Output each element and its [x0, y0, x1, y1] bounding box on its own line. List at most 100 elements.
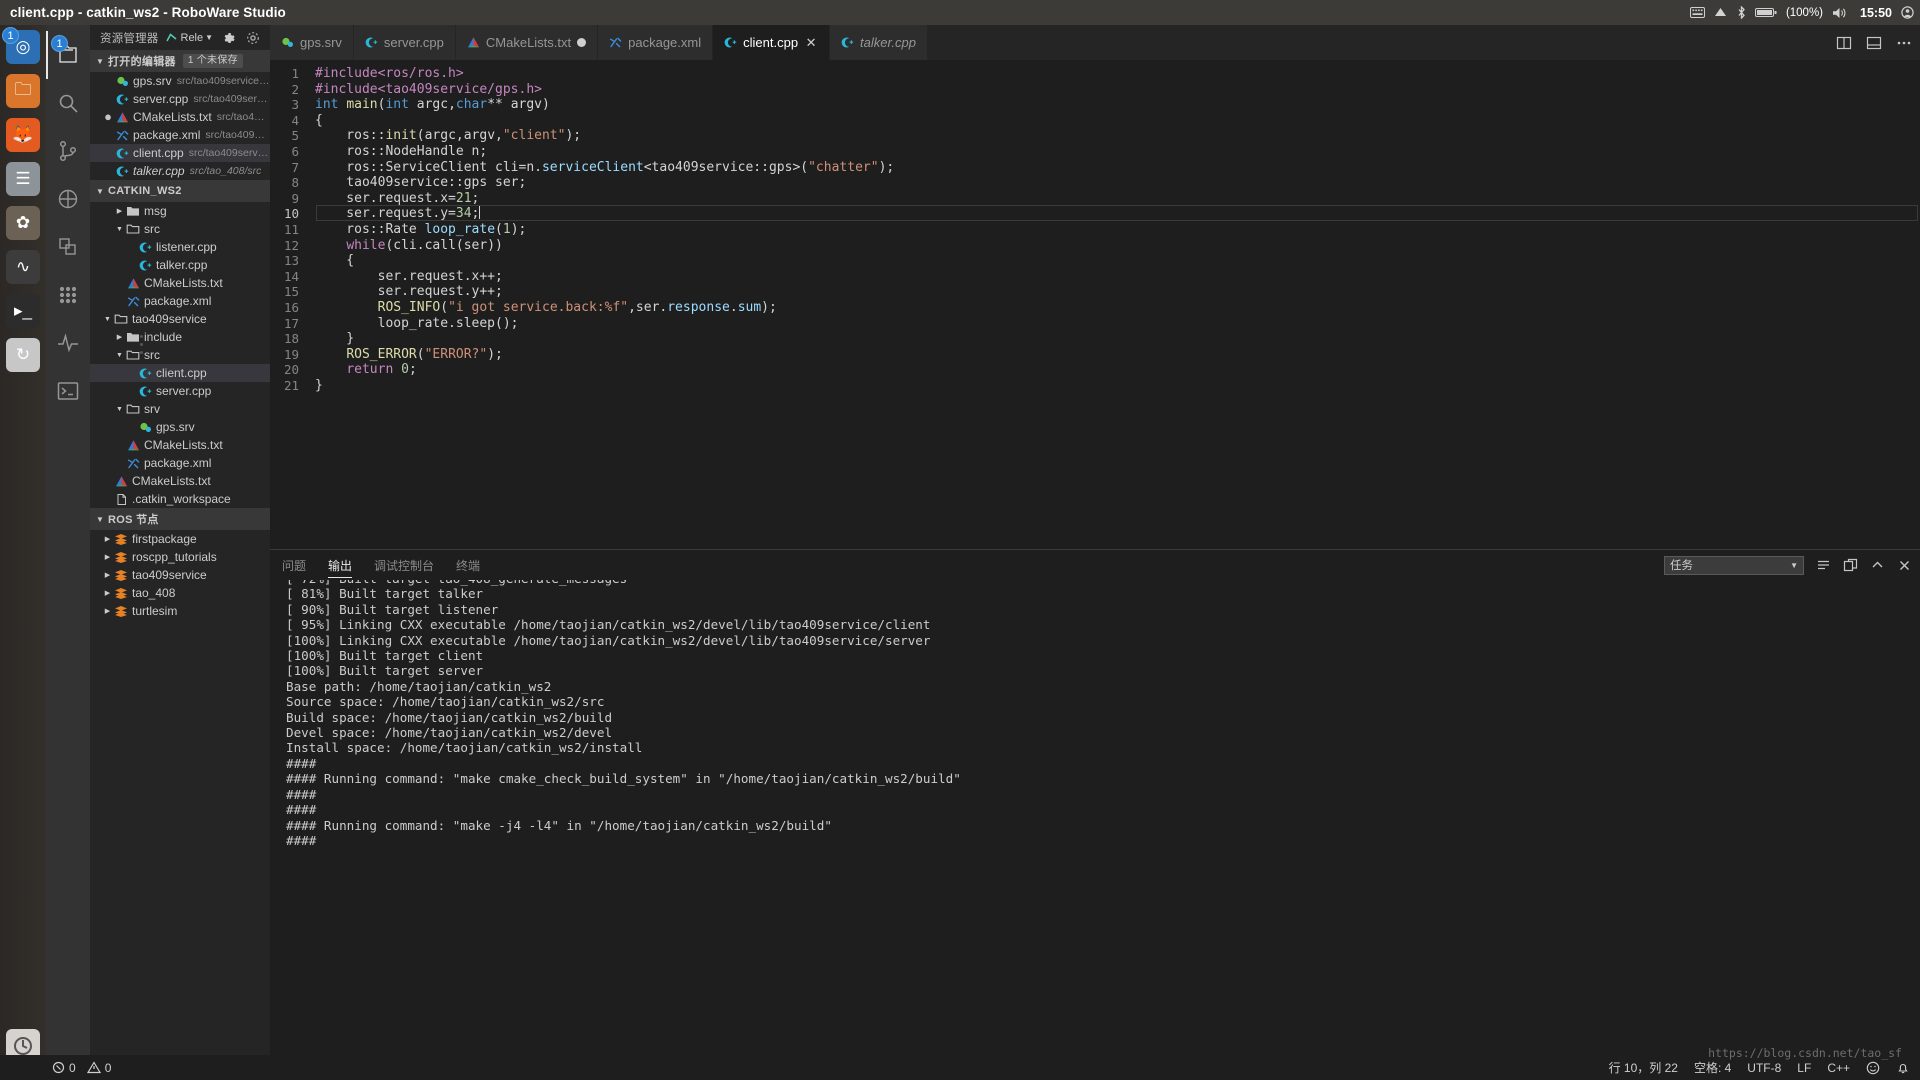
- activity-monitor[interactable]: [46, 319, 90, 367]
- dock-item-system-monitor[interactable]: ∿: [0, 245, 46, 289]
- problems-status[interactable]: 0 0: [52, 1061, 111, 1075]
- dock-item-files[interactable]: 🗀: [0, 69, 46, 113]
- clear-output-icon[interactable]: [1816, 558, 1831, 573]
- open-editor-item[interactable]: gps.srv src/tao409service/srv: [90, 72, 270, 90]
- dock-item-firefox[interactable]: 🦊: [0, 113, 46, 157]
- tree-item-cmakelists-txt[interactable]: CMakeLists.txt: [90, 472, 270, 490]
- activity-debug[interactable]: [46, 175, 90, 223]
- tree-item-tao409service[interactable]: ▼ tao409service: [90, 310, 270, 328]
- editor-tab-server-cpp[interactable]: server.cpp: [353, 25, 456, 60]
- indentation-setting[interactable]: 空格: 4: [1694, 1059, 1731, 1076]
- tree-item-gps-srv[interactable]: gps.srv: [90, 418, 270, 436]
- dock-item-gimp[interactable]: ✿: [0, 201, 46, 245]
- panel-tab-调试控制台[interactable]: 调试控制台: [374, 550, 434, 580]
- twisty-right-icon[interactable]: ▶: [102, 607, 113, 615]
- ros-node-item-tao409service[interactable]: ▶ tao409service: [90, 566, 270, 584]
- chevron-down-icon[interactable]: ▼: [205, 33, 213, 42]
- code-text[interactable]: return 0;: [315, 362, 416, 378]
- code-text[interactable]: tao409service::gps ser;: [315, 175, 526, 191]
- maximize-panel-icon[interactable]: [1870, 558, 1885, 573]
- code-text[interactable]: while(cli.call(ser)): [315, 238, 503, 254]
- twisty-right-icon[interactable]: ▶: [102, 535, 113, 543]
- code-text[interactable]: ROS_ERROR("ERROR?");: [315, 347, 503, 363]
- code-text[interactable]: {: [315, 253, 354, 269]
- twisty-right-icon[interactable]: ▶: [114, 207, 125, 215]
- code-text[interactable]: }: [315, 331, 354, 347]
- workspace-header[interactable]: ▼ CATKIN_WS2: [90, 180, 270, 202]
- twisty-down-icon[interactable]: ▼: [114, 226, 125, 233]
- ros-node-item-tao_408[interactable]: ▶ tao_408: [90, 584, 270, 602]
- twisty-right-icon[interactable]: ▶: [102, 571, 113, 579]
- tree-item-client-cpp[interactable]: client.cpp: [90, 364, 270, 382]
- volume-icon[interactable]: [1832, 7, 1847, 19]
- editor-tab-gps-srv[interactable]: gps.srv: [270, 25, 354, 60]
- code-text[interactable]: loop_rate.sleep();: [315, 316, 519, 332]
- open-editor-item[interactable]: talker.cpp src/tao_408/src: [90, 162, 270, 180]
- tree-item-listener-cpp[interactable]: listener.cpp: [90, 238, 270, 256]
- twisty-down-icon[interactable]: ▼: [102, 316, 113, 323]
- ros-nodes-header[interactable]: ▼ ROS 节点: [90, 508, 270, 530]
- more-actions-icon[interactable]: [1896, 35, 1912, 51]
- code-text[interactable]: ros::NodeHandle n;: [315, 144, 487, 160]
- open-in-editor-icon[interactable]: [1843, 558, 1858, 573]
- activity-source-control[interactable]: [46, 127, 90, 175]
- code-text[interactable]: ser.request.x=21;: [315, 191, 479, 207]
- tree-item-msg[interactable]: ▶ msg: [90, 202, 270, 220]
- code-text[interactable]: ser.request.y++;: [315, 284, 503, 300]
- bell-icon[interactable]: [1896, 1061, 1910, 1075]
- tree-item-cmakelists-txt[interactable]: CMakeLists.txt: [90, 436, 270, 454]
- code-text[interactable]: #include<tao409service/gps.h>: [315, 82, 542, 98]
- twisty-right-icon[interactable]: ▶: [114, 333, 125, 341]
- activity-ros-tools[interactable]: [46, 223, 90, 271]
- code-text[interactable]: ROS_INFO("i got service.back:%f",ser.res…: [315, 300, 777, 316]
- open-editors-header[interactable]: ▼ 打开的编辑器 1 个未保存: [90, 50, 270, 72]
- activity-search[interactable]: [46, 79, 90, 127]
- settings-gear-icon[interactable]: [246, 31, 260, 45]
- ros-node-item-turtlesim[interactable]: ▶ turtlesim: [90, 602, 270, 620]
- tree-item-server-cpp[interactable]: server.cpp: [90, 382, 270, 400]
- open-editor-item[interactable]: client.cpp src/tao409service…: [90, 144, 270, 162]
- code-text[interactable]: int main(int argc,char** argv): [315, 97, 550, 113]
- tree-item-package-xml[interactable]: package.xml: [90, 292, 270, 310]
- twisty-down-icon[interactable]: ▼: [114, 352, 125, 359]
- ros-node-item-roscpp_tutorials[interactable]: ▶ roscpp_tutorials: [90, 548, 270, 566]
- dock-item-text-editor[interactable]: ☰: [0, 157, 46, 201]
- activity-terminal[interactable]: [46, 367, 90, 415]
- encoding-setting[interactable]: UTF-8: [1747, 1061, 1781, 1075]
- editor-tab-client-cpp[interactable]: client.cpp ✕: [713, 25, 831, 60]
- twisty-right-icon[interactable]: ▶: [102, 589, 113, 597]
- open-editor-item[interactable]: ● CMakeLists.txt src/tao409s…: [90, 108, 270, 126]
- tree-item--catkin-workspace[interactable]: .catkin_workspace: [90, 490, 270, 508]
- code-text[interactable]: ros::init(argc,argv,"client");: [315, 128, 581, 144]
- close-panel-icon[interactable]: [1897, 558, 1912, 573]
- cursor-position[interactable]: 行 10，列 22: [1609, 1059, 1678, 1076]
- code-text[interactable]: ser.request.x++;: [315, 269, 503, 285]
- twisty-right-icon[interactable]: ▶: [102, 553, 113, 561]
- code-text[interactable]: ros::ServiceClient cli=n.serviceClient<t…: [315, 160, 894, 176]
- eol-setting[interactable]: LF: [1797, 1061, 1811, 1075]
- bluetooth-icon[interactable]: [1737, 6, 1746, 19]
- editor-tab-CMakeLists-txt[interactable]: CMakeLists.txt: [455, 25, 599, 60]
- editor-tab-package-xml[interactable]: package.xml: [598, 25, 714, 60]
- dock-item-roboware-studio[interactable]: ◎ 1: [0, 25, 46, 69]
- tree-item-srv[interactable]: ▼ srv: [90, 400, 270, 418]
- twisty-down-icon[interactable]: ▼: [114, 406, 125, 413]
- ros-node-item-firstpackage[interactable]: ▶ firstpackage: [90, 530, 270, 548]
- code-editor[interactable]: 1 #include<ros/ros.h> 2 #include<tao409serv…: [270, 60, 1920, 549]
- open-editor-item[interactable]: server.cpp src/tao409servic…: [90, 90, 270, 108]
- git-branch-icon[interactable]: [165, 31, 178, 44]
- output-channel-select[interactable]: 任务 ▼: [1664, 555, 1804, 575]
- editor-scrollbar[interactable]: [1908, 60, 1920, 549]
- open-editor-item[interactable]: package.xml src/tao409ser…: [90, 126, 270, 144]
- tree-item-cmakelists-txt[interactable]: CMakeLists.txt: [90, 274, 270, 292]
- session-menu-icon[interactable]: [1901, 6, 1914, 19]
- tab-close-icon[interactable]: ✕: [804, 35, 818, 51]
- split-editor-icon[interactable]: [1836, 35, 1852, 51]
- tree-item-src[interactable]: ▼ src: [90, 220, 270, 238]
- editor-tab-talker-cpp[interactable]: talker.cpp: [830, 25, 928, 60]
- dock-item-terminal[interactable]: ▸_: [0, 289, 46, 333]
- system-clock[interactable]: 15:50: [1860, 6, 1892, 20]
- branch-label[interactable]: Rele: [181, 32, 204, 44]
- keyboard-icon[interactable]: [1689, 7, 1705, 18]
- panel-tab-问题[interactable]: 问题: [282, 550, 306, 580]
